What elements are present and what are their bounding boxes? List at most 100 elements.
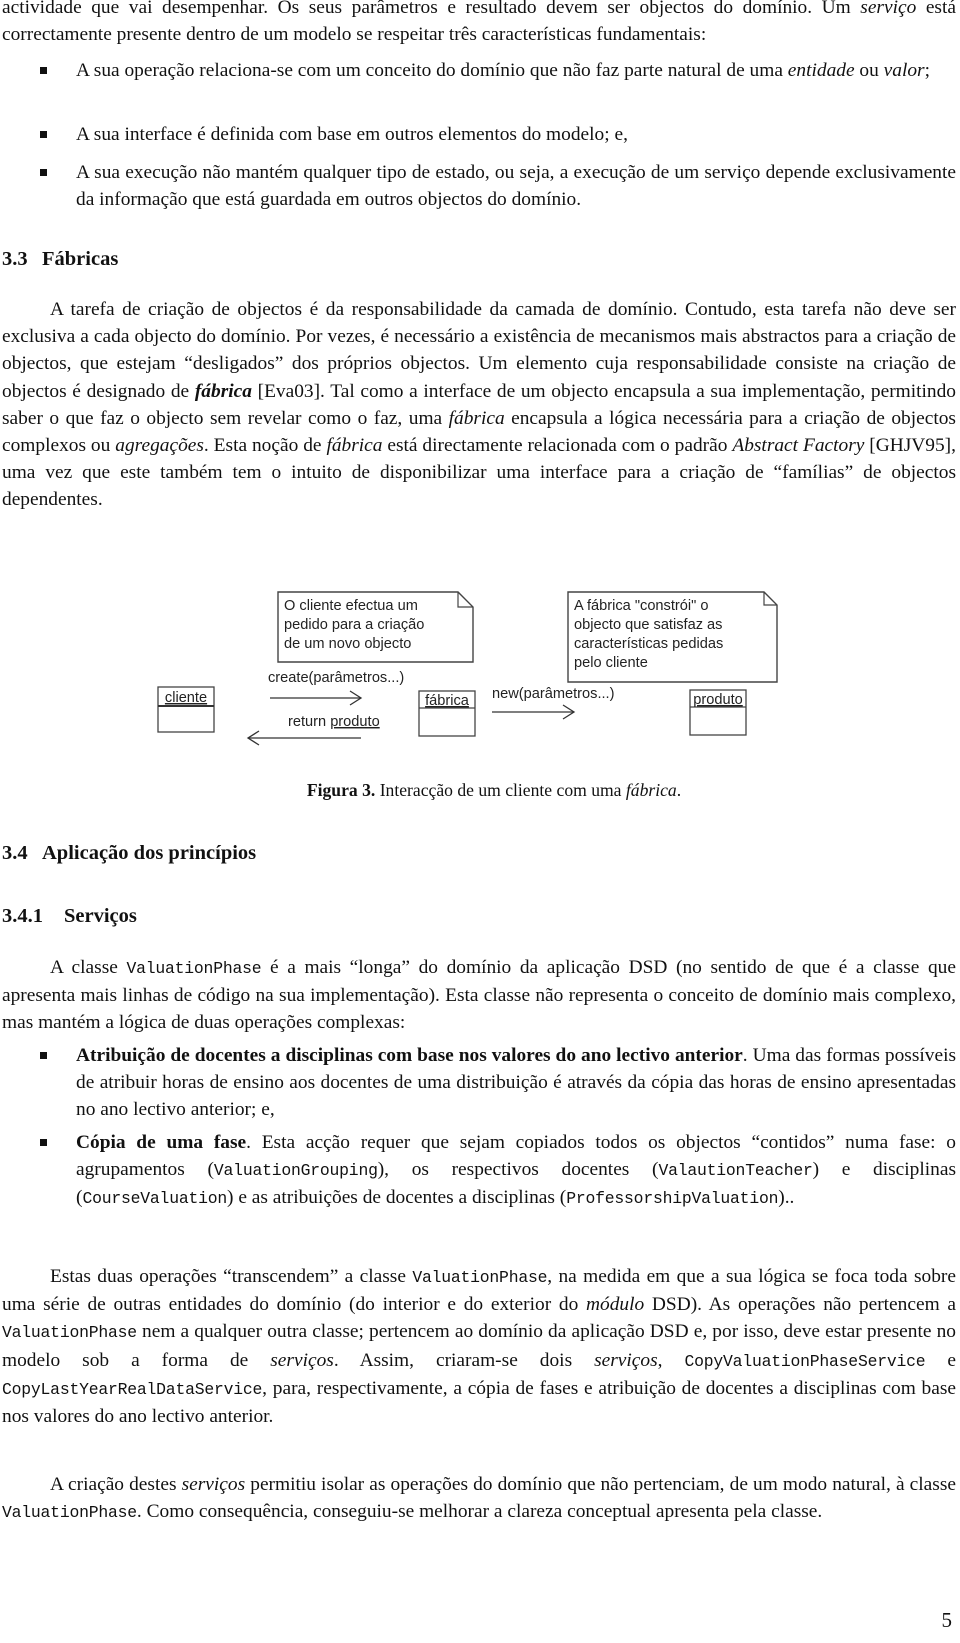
entidade-term: entidade [787, 60, 855, 81]
class-name-code: ValuationPhase [126, 959, 262, 978]
text-span: está directamente relacionada com o padr… [382, 435, 733, 457]
text-span: e [925, 1349, 957, 1371]
bullet-square-icon [40, 131, 47, 138]
servicos-paragraph-3: A criação destes serviços permitiu isola… [2, 1471, 956, 1526]
fabrica-term: fábrica [194, 380, 252, 402]
text-span: , [657, 1349, 685, 1371]
bullet-square-icon [40, 169, 47, 176]
note-right-line-1: A fábrica "constrói" o [574, 598, 708, 614]
note-factory-builds: A fábrica "constrói" o objecto que satis… [567, 591, 778, 683]
class-name-code: ValuationPhase [2, 1323, 137, 1343]
abstract-factory-term: Abstract Factory [732, 435, 865, 457]
message-new-label: new(parâmetros...) [492, 686, 614, 702]
text-span: ).. [778, 1187, 795, 1209]
object-cliente-label: cliente [165, 690, 207, 706]
text-span: . Assim, criaram-se dois [333, 1349, 595, 1371]
characteristic-text: A sua operação relaciona-se com um conce… [76, 57, 956, 84]
message-create-label: create(parâmetros...) [268, 670, 404, 686]
intro-servico-term: serviço [860, 0, 917, 18]
text-span: permitiu isolar as operações do domínio … [245, 1474, 956, 1495]
text-span: . Esta noção de [203, 435, 327, 457]
message-create: create(parâmetros...) [268, 670, 404, 706]
object-cliente: cliente [157, 686, 215, 733]
caption-period: . [676, 780, 682, 800]
class-name-code: ValautionTeacher [658, 1161, 813, 1181]
operation-title: Cópia de uma fase [76, 1132, 247, 1153]
section-number: 3.4.1 [2, 905, 43, 927]
text-span: A sua operação relaciona-se com um conce… [76, 60, 788, 81]
operation-title: Atribuição de docentes a disciplinas com… [76, 1045, 743, 1066]
characteristic-text: A sua execução não mantém qualquer tipo … [76, 162, 956, 211]
section-heading-3-4: 3.4 Aplicação dos princípios [2, 840, 256, 866]
text-span: ; [924, 60, 930, 81]
text-span: ou [854, 60, 884, 81]
operation-text: Atribuição de docentes a disciplinas com… [76, 1042, 956, 1124]
service-name-code: CopyValuationPhaseService [684, 1351, 926, 1371]
operation-item-1: Atribuição de docentes a disciplinas com… [0, 1042, 956, 1124]
note-right-line-4: pelo cliente [574, 655, 648, 671]
servicos-paragraph-2: Estas duas operações “transcendem” a cla… [2, 1263, 956, 1430]
service-name-code: CopyLastYearRealDataService [2, 1379, 263, 1399]
section-number: 3.4 [2, 842, 28, 864]
return-object: produto [330, 714, 380, 730]
modulo-term: módulo [586, 1294, 645, 1316]
page-number: 5 [941, 1608, 953, 1632]
class-name-code: ValuationGrouping [213, 1161, 378, 1181]
servicos-term: serviços [181, 1474, 246, 1495]
note-left-line-1: O cliente efectua um [284, 598, 418, 614]
class-name-code: ValuationPhase [2, 1503, 137, 1523]
servicos-paragraph-1: A classe ValuationPhase é a mais “longa”… [2, 954, 956, 1037]
note-left-line-3: de um novo objecto [284, 636, 411, 652]
message-return: return produto [246, 714, 380, 746]
caption-fabrica-term: fábrica [625, 780, 677, 800]
class-name-code: ProfessorshipValuation [566, 1189, 779, 1209]
object-fabrica-label: fábrica [425, 693, 470, 709]
operation-text: Cópia de uma fase. Esta acção requer que… [76, 1129, 956, 1213]
figure-3-diagram: O cliente efectua um pedido para a criaç… [150, 590, 780, 780]
text-span: A classe [50, 957, 127, 978]
bullet-square-icon [40, 1139, 47, 1146]
characteristic-item-2: A sua interface é definida com base em o… [0, 121, 956, 148]
section-heading-3-4-1: 3.4.1 Serviços [2, 903, 137, 929]
object-produto-label: produto [693, 692, 743, 708]
fabrica-term: fábrica [326, 435, 383, 457]
class-name-code: ValuationPhase [412, 1268, 548, 1287]
note-right-line-3: características pedidas [574, 636, 723, 652]
note-client-request: O cliente efectua um pedido para a criaç… [277, 591, 474, 663]
caption-text: Interacção de um cliente com uma [375, 780, 626, 800]
text-span: A criação destes [50, 1474, 182, 1495]
valor-term: valor [883, 60, 925, 81]
section-title: Serviços [64, 905, 137, 927]
servicos-term: serviços [270, 1349, 334, 1371]
object-fabrica: fábrica [418, 690, 476, 737]
message-return-label: return produto [288, 714, 380, 730]
note-right-line-2: objecto que satisfaz as [574, 617, 722, 633]
agregacoes-term: agregações [115, 435, 204, 457]
text-span: Estas duas operações “transcendem” a cla… [50, 1266, 413, 1287]
document-page: actividade que vai desempenhar. Os seus … [0, 0, 960, 1643]
text-span: ) e as atribuições de docentes a discipl… [227, 1187, 567, 1209]
fabrica-term: fábrica [448, 407, 505, 429]
section-heading-3-3: 3.3 Fábricas [2, 246, 118, 272]
class-name-code: CourseValuation [82, 1189, 228, 1209]
section-title: Aplicação dos princípios [42, 842, 257, 864]
message-new: new(parâmetros...) [492, 686, 614, 720]
fabricas-paragraph: A tarefa de criação de objectos é da res… [2, 296, 956, 514]
text-span: DSD). As operações não pertencem a [644, 1294, 956, 1316]
characteristic-item-3: A sua execução não mantém qualquer tipo … [0, 159, 956, 213]
intro-text-line1: actividade que vai desempenhar. Os seus … [2, 0, 851, 18]
characteristic-text: A sua interface é definida com base em o… [76, 124, 628, 145]
bullet-square-icon [40, 1052, 47, 1059]
interaction-diagram: O cliente efectua um pedido para a criaç… [157, 591, 778, 746]
figure-caption: Figura 3. Interacção de um cliente com u… [0, 778, 960, 802]
figure-caption-text: Figura 3. Interacção de um cliente com u… [307, 780, 681, 800]
text-span: . Como consequência, conseguiu-se melhor… [136, 1501, 823, 1523]
operation-item-2: Cópia de uma fase. Esta acção requer que… [0, 1129, 956, 1213]
characteristic-item-1: A sua operação relaciona-se com um conce… [0, 57, 956, 84]
servicos-term: serviços [594, 1349, 658, 1371]
section-title: Fábricas [42, 248, 119, 270]
bullet-square-icon [40, 67, 47, 74]
object-produto: produto [689, 689, 747, 736]
figure-label: Figura 3. [306, 780, 376, 800]
text-span: ), os respectivos docentes ( [377, 1159, 659, 1181]
